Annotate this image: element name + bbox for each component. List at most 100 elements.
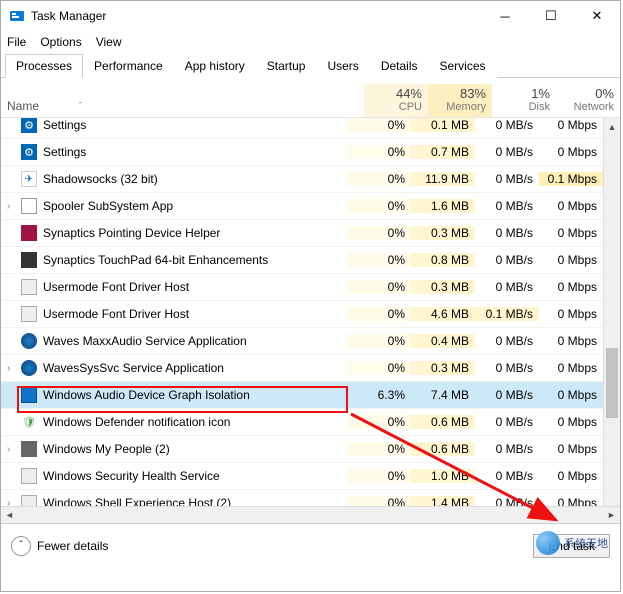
cell-disk: 0 MB/s <box>475 226 539 240</box>
cell-memory: 1.6 MB <box>411 199 475 213</box>
scroll-left-icon[interactable]: ◄ <box>1 507 18 523</box>
tab-processes[interactable]: Processes <box>5 54 83 78</box>
process-icon <box>21 279 37 295</box>
cell-network: 0 Mbps <box>539 388 603 402</box>
process-name: Settings <box>43 145 86 159</box>
cell-network: 0 Mbps <box>539 442 603 456</box>
process-row[interactable]: ›Usermode Font Driver Host0%4.6 MB0.1 MB… <box>1 301 603 328</box>
cell-network: 0 Mbps <box>539 280 603 294</box>
process-row[interactable]: ›Synaptics Pointing Device Helper0%0.3 M… <box>1 220 603 247</box>
cell-network: 0 Mbps <box>539 334 603 348</box>
process-name: Usermode Font Driver Host <box>43 307 189 321</box>
maximize-button[interactable]: ☐ <box>528 1 574 31</box>
process-name: Synaptics Pointing Device Helper <box>43 226 220 240</box>
expand-icon[interactable]: › <box>7 363 19 374</box>
cell-disk: 0 MB/s <box>475 415 539 429</box>
process-name: Windows Audio Device Graph Isolation <box>43 388 250 402</box>
footer: ˆ Fewer details End task <box>1 523 620 567</box>
horizontal-scrollbar[interactable]: ◄ ► <box>1 506 620 523</box>
cell-network: 0 Mbps <box>539 469 603 483</box>
cell-memory: 0.3 MB <box>411 226 475 240</box>
cell-memory: 0.4 MB <box>411 334 475 348</box>
process-row[interactable]: ›Windows Security Health Service0%1.0 MB… <box>1 463 603 490</box>
process-row[interactable]: ›Windows My People (2)0%0.6 MB0 MB/s0 Mb… <box>1 436 603 463</box>
process-icon <box>21 198 37 214</box>
cell-disk: 0 MB/s <box>475 145 539 159</box>
process-row[interactable]: ›Spooler SubSystem App0%1.6 MB0 MB/s0 Mb… <box>1 193 603 220</box>
vertical-scrollbar[interactable]: ▲ ▼ <box>603 118 620 523</box>
menu-file[interactable]: File <box>7 35 26 49</box>
cell-cpu: 0% <box>347 226 411 240</box>
process-row[interactable]: ›Windows Audio Device Graph Isolation6.3… <box>1 382 603 409</box>
cell-network: 0 Mbps <box>539 118 603 132</box>
col-cpu[interactable]: 44%CPU <box>364 84 428 117</box>
cell-cpu: 0% <box>347 280 411 294</box>
chevron-up-icon: ˆ <box>11 536 31 556</box>
cell-disk: 0 MB/s <box>475 172 539 186</box>
cell-network: 0 Mbps <box>539 361 603 375</box>
cell-memory: 11.9 MB <box>411 172 475 186</box>
process-icon <box>21 225 37 241</box>
process-row[interactable]: ›Usermode Font Driver Host0%0.3 MB0 MB/s… <box>1 274 603 301</box>
process-icon <box>21 441 37 457</box>
process-name: Windows Defender notification icon <box>43 415 230 429</box>
menu-view[interactable]: View <box>96 35 122 49</box>
process-row[interactable]: ›WavesSysSvc Service Application0%0.3 MB… <box>1 355 603 382</box>
expand-icon[interactable]: › <box>7 444 19 455</box>
process-icon <box>21 468 37 484</box>
cell-cpu: 0% <box>347 118 411 132</box>
tab-performance[interactable]: Performance <box>83 54 174 78</box>
watermark-text: 系统天地 <box>564 535 608 551</box>
titlebar[interactable]: Task Manager ─ ☐ ✕ <box>1 1 620 31</box>
process-name: WavesSysSvc Service Application <box>43 361 224 375</box>
scroll-thumb[interactable] <box>606 348 618 418</box>
sort-indicator-icon: ˆ <box>79 101 82 111</box>
cell-cpu: 0% <box>347 415 411 429</box>
process-name: Shadowsocks (32 bit) <box>43 172 158 186</box>
process-row[interactable]: ›Waves MaxxAudio Service Application0%0.… <box>1 328 603 355</box>
tab-details[interactable]: Details <box>370 54 429 78</box>
scroll-right-icon[interactable]: ► <box>603 507 620 523</box>
col-name-label: Name <box>7 99 39 113</box>
cell-memory: 4.6 MB <box>411 307 475 321</box>
process-name: Settings <box>43 118 86 132</box>
cell-cpu: 0% <box>347 307 411 321</box>
cell-cpu: 0% <box>347 361 411 375</box>
process-row[interactable]: ›Settings0%0.7 MB0 MB/s0 Mbps <box>1 139 603 166</box>
process-row[interactable]: ›Windows Defender notification icon0%0.6… <box>1 409 603 436</box>
process-row[interactable]: ›Shadowsocks (32 bit)0%11.9 MB0 MB/s0.1 … <box>1 166 603 193</box>
cell-disk: 0 MB/s <box>475 280 539 294</box>
process-name: Usermode Font Driver Host <box>43 280 189 294</box>
process-name: Windows My People (2) <box>43 442 170 456</box>
cell-disk: 0 MB/s <box>475 388 539 402</box>
col-network[interactable]: 0%Network <box>556 84 620 117</box>
globe-icon <box>536 531 560 555</box>
tab-startup[interactable]: Startup <box>256 54 317 78</box>
process-icon <box>21 252 37 268</box>
menu-options[interactable]: Options <box>40 35 81 49</box>
process-row[interactable]: ›Synaptics TouchPad 64-bit Enhancements0… <box>1 247 603 274</box>
process-icon <box>21 414 37 430</box>
process-name: Waves MaxxAudio Service Application <box>43 334 247 348</box>
close-button[interactable]: ✕ <box>574 1 620 31</box>
minimize-button[interactable]: ─ <box>482 1 528 31</box>
cell-disk: 0 MB/s <box>475 334 539 348</box>
cell-cpu: 0% <box>347 469 411 483</box>
process-row[interactable]: ›Settings0%0.1 MB0 MB/s0 Mbps <box>1 118 603 139</box>
process-name: Spooler SubSystem App <box>43 199 173 213</box>
tab-services[interactable]: Services <box>429 54 497 78</box>
cell-memory: 1.0 MB <box>411 469 475 483</box>
cell-memory: 0.3 MB <box>411 280 475 294</box>
expand-icon[interactable]: › <box>7 201 19 212</box>
cell-network: 0 Mbps <box>539 415 603 429</box>
process-name: Windows Security Health Service <box>43 469 220 483</box>
cell-disk: 0 MB/s <box>475 253 539 267</box>
fewer-details-toggle[interactable]: ˆ Fewer details <box>11 536 108 556</box>
tab-users[interactable]: Users <box>316 54 369 78</box>
col-memory[interactable]: 83%Memory <box>428 84 492 117</box>
col-disk[interactable]: 1%Disk <box>492 84 556 117</box>
scroll-up-icon[interactable]: ▲ <box>604 118 620 135</box>
cell-memory: 0.1 MB <box>411 118 475 132</box>
tab-app-history[interactable]: App history <box>174 54 256 78</box>
col-name[interactable]: Name ˆ <box>1 95 364 117</box>
